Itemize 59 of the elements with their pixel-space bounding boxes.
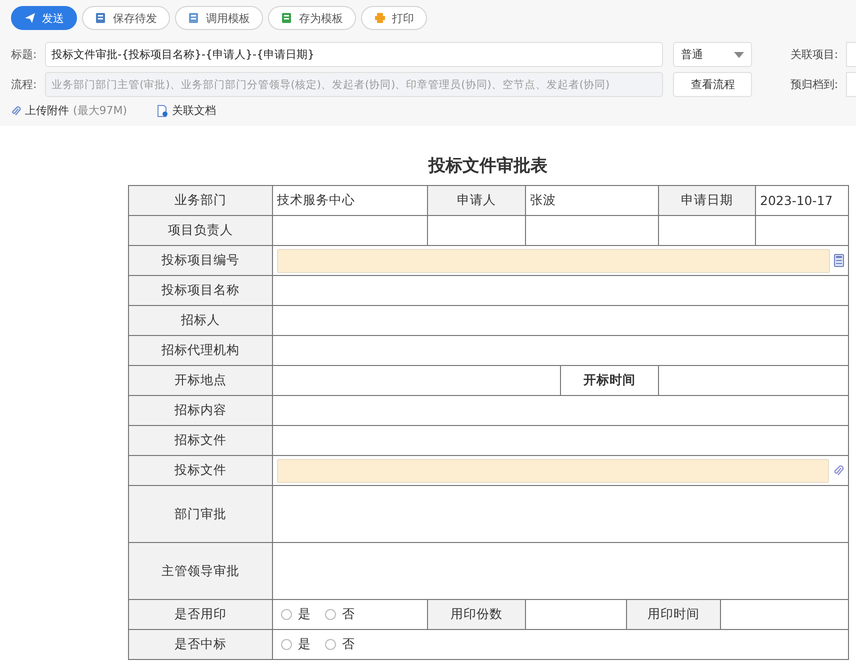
calculator-icon[interactable] [834, 254, 844, 267]
form-title: 投标文件审批表 [427, 155, 548, 177]
label-cell: 用印份数 [428, 600, 526, 630]
label-cell: 招标代理机构 [128, 336, 272, 366]
send-icon [24, 12, 36, 24]
label-cell: 项目负责人 [128, 216, 272, 246]
input-field[interactable] [277, 458, 830, 482]
label-cell: 招标人 [128, 306, 272, 336]
label-cell: 开标时间 [560, 366, 659, 396]
radio-icon[interactable] [281, 639, 292, 650]
radio-icon[interactable] [325, 609, 336, 620]
label-cell: 主管领导审批 [128, 542, 272, 600]
radio-icon[interactable] [325, 639, 336, 650]
field-label: 标题: [11, 47, 38, 62]
label-cell: 招标文件 [128, 426, 272, 456]
field-label: 预归档到: [790, 77, 838, 92]
document-icon [188, 12, 200, 24]
radio-option[interactable]: 是 [281, 606, 311, 623]
radio-option[interactable]: 否 [325, 606, 355, 623]
toolbar-button[interactable]: 存为模板 [268, 6, 356, 30]
toolbar-button[interactable]: 保存待发 [82, 6, 170, 30]
label-cell: 开标地点 [128, 366, 272, 396]
label-cell: 是否用印 [128, 600, 272, 630]
paperclip-icon[interactable] [833, 464, 844, 477]
field-label: 关联项目: [790, 47, 838, 62]
label-cell: 是否中标 [128, 630, 272, 660]
priority-select[interactable]: 普通 [673, 42, 752, 67]
label-cell: 投标项目编号 [128, 246, 272, 276]
table-cell: 张波 [526, 186, 659, 216]
table-cell: 2023-10-17 [756, 186, 849, 216]
label-cell: 投标文件 [128, 456, 272, 486]
document-icon [157, 104, 168, 116]
radio-option[interactable]: 是 [281, 636, 311, 653]
save-icon [95, 12, 107, 24]
toolbar-button[interactable]: 调用模板 [175, 6, 263, 30]
table-cell: 技术服务中心 [272, 186, 428, 216]
radio-option[interactable]: 否 [325, 636, 355, 653]
input-field[interactable] [846, 72, 856, 97]
label-cell: 申请日期 [658, 186, 756, 216]
caret-icon [734, 52, 744, 58]
label-cell: 用印时间 [626, 600, 721, 630]
upload-link[interactable]: 上传附件 (最大97M) [11, 103, 128, 118]
radio-icon[interactable] [281, 609, 292, 620]
label-cell: 招标内容 [128, 396, 272, 426]
field-label: 流程: [11, 77, 38, 92]
flow-field[interactable]: 业务部门部门主管(审批)、业务部门部门分管领导(核定)、发起者(协同)、印章管理员(协同)、空节点、发起者(协同) [44, 72, 664, 97]
label-cell: 申请人 [428, 186, 526, 216]
label-cell: 投标项目名称 [128, 276, 272, 306]
related-document-link[interactable]: 关联文档 [157, 103, 216, 118]
send-button[interactable]: 发送 [11, 6, 77, 30]
view-flow-button[interactable]: 查看流程 [673, 72, 752, 97]
input-field[interactable] [277, 248, 830, 272]
paperclip-icon [11, 104, 21, 116]
document-icon [281, 12, 293, 24]
input-field[interactable] [846, 42, 856, 67]
label-cell: 业务部门 [128, 186, 272, 216]
label-cell: 部门审批 [128, 486, 272, 542]
title-field[interactable]: 投标文件审批-{投标项目名称}-{申请人}-{申请日期} [44, 42, 664, 67]
toolbar-button[interactable]: 打印 [361, 6, 427, 30]
